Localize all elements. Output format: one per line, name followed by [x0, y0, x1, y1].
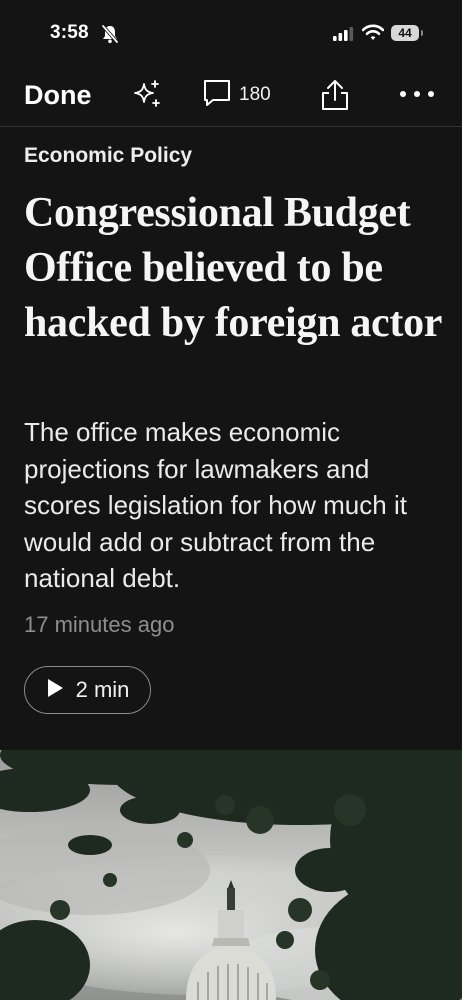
cellular-signal-icon — [333, 27, 355, 46]
hero-image — [0, 750, 462, 1000]
article-headline: Congressional Budget Office believed to … — [24, 190, 443, 346]
status-time: 3:58 — [50, 22, 89, 43]
comment-count: 180 — [239, 84, 271, 105]
bell-slash-icon — [101, 24, 119, 49]
share-icon[interactable] — [320, 78, 350, 117]
listen-button[interactable]: 2 min — [24, 666, 151, 714]
more-icon[interactable] — [398, 82, 438, 111]
done-button[interactable]: Done — [24, 80, 92, 111]
comment-icon — [203, 79, 231, 112]
battery-cap — [421, 30, 423, 36]
article-toolbar: Done 180 — [0, 68, 462, 127]
article-dek: The office makes economic projections fo… — [24, 417, 407, 593]
listen-duration: 2 min — [75, 677, 130, 702]
article-timestamp: 17 minutes ago — [24, 612, 175, 637]
comments-button[interactable]: 180 — [203, 79, 271, 112]
wifi-icon — [361, 24, 385, 46]
sparkle-icon[interactable] — [130, 78, 164, 117]
section-kicker[interactable]: Economic Policy — [24, 144, 192, 168]
battery-icon: 44 — [391, 25, 419, 41]
status-bar: 3:58 44 — [0, 0, 462, 68]
play-icon — [46, 678, 64, 703]
